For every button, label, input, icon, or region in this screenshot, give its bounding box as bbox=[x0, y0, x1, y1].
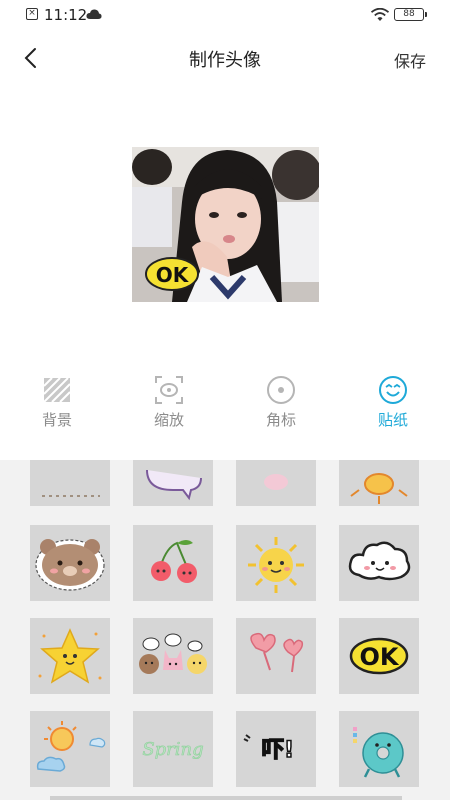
ya-text-icon: 吓! bbox=[243, 734, 295, 764]
hatch-icon bbox=[43, 377, 71, 403]
tab-badge[interactable]: 角标 bbox=[236, 375, 326, 430]
speech-bubble-icon bbox=[146, 469, 202, 501]
status-time: 11:12 bbox=[44, 6, 88, 24]
sticker-tile[interactable] bbox=[30, 711, 110, 787]
sticker-tile[interactable]: OK bbox=[339, 618, 419, 694]
animal-friends-icon bbox=[139, 633, 207, 674]
sticker-tile[interactable] bbox=[133, 460, 213, 506]
sticker-tile[interactable] bbox=[339, 711, 419, 787]
sun-partial-icon bbox=[350, 473, 408, 504]
partial-sticker-3-icon bbox=[264, 474, 288, 490]
cloud-icon bbox=[348, 541, 411, 581]
sticker-tile[interactable] bbox=[236, 618, 316, 694]
zoom-frame-icon bbox=[155, 376, 183, 404]
ok-badge-icon: OK bbox=[349, 637, 409, 675]
header: 制作头像 保存 bbox=[0, 36, 450, 80]
status-bar: × 11:12 88 bbox=[0, 0, 450, 30]
spring-icon: Spring bbox=[142, 739, 204, 761]
donut-icon bbox=[353, 727, 404, 778]
avatar-photo: OK bbox=[132, 147, 319, 302]
tab-badge-label: 角标 bbox=[265, 411, 296, 429]
hearts-icon bbox=[250, 632, 304, 673]
sticker-tile[interactable] bbox=[339, 460, 419, 506]
sticker-tile[interactable] bbox=[30, 525, 110, 601]
sticker-tile[interactable] bbox=[30, 618, 110, 694]
ok-sticker-label: OK bbox=[360, 643, 400, 671]
star-icon bbox=[38, 628, 102, 684]
sticker-tile[interactable]: Spring bbox=[133, 711, 213, 787]
sticker-panel: OK Spring 吓! bbox=[0, 460, 450, 800]
sunny-cloud-icon bbox=[36, 721, 106, 772]
avatar-preview[interactable]: OK bbox=[132, 147, 319, 302]
tab-stickers-label: 贴纸 bbox=[377, 411, 408, 429]
tab-background[interactable]: 背景 bbox=[12, 375, 102, 430]
sticker-tile[interactable] bbox=[236, 460, 316, 506]
tab-stickers[interactable]: 贴纸 bbox=[348, 375, 438, 430]
notification-icon: × bbox=[26, 8, 38, 20]
cherry-icon bbox=[151, 540, 197, 583]
sticker-tile[interactable] bbox=[133, 618, 213, 694]
bottom-scroll-indicator bbox=[50, 796, 402, 800]
tab-background-label: 背景 bbox=[41, 411, 72, 429]
wifi-icon bbox=[370, 8, 390, 21]
ok-sticker-text: OK bbox=[156, 263, 190, 287]
tool-tabs: 背景 缩放 角标 贴纸 bbox=[0, 375, 450, 435]
partial-sticker-1-icon bbox=[42, 495, 100, 497]
sticker-tile[interactable] bbox=[133, 525, 213, 601]
sun-icon bbox=[248, 537, 304, 593]
sticker-tile[interactable]: 吓! bbox=[236, 711, 316, 787]
smiley-icon bbox=[379, 376, 407, 404]
cloud-icon bbox=[86, 9, 102, 19]
save-button[interactable]: 保存 bbox=[394, 48, 426, 72]
tab-zoom[interactable]: 缩放 bbox=[124, 375, 214, 430]
sticker-tile[interactable] bbox=[236, 525, 316, 601]
sticker-tile[interactable] bbox=[30, 460, 110, 506]
tab-zoom-label: 缩放 bbox=[153, 411, 184, 429]
bear-icon bbox=[35, 539, 105, 591]
sticker-tile[interactable] bbox=[339, 525, 419, 601]
ya-sticker-label: 吓! bbox=[262, 738, 294, 763]
badge-circle-icon bbox=[267, 376, 295, 404]
page-title: 制作头像 bbox=[189, 50, 261, 71]
spring-sticker-label: Spring bbox=[142, 739, 203, 760]
battery-indicator: 88 bbox=[394, 8, 427, 21]
